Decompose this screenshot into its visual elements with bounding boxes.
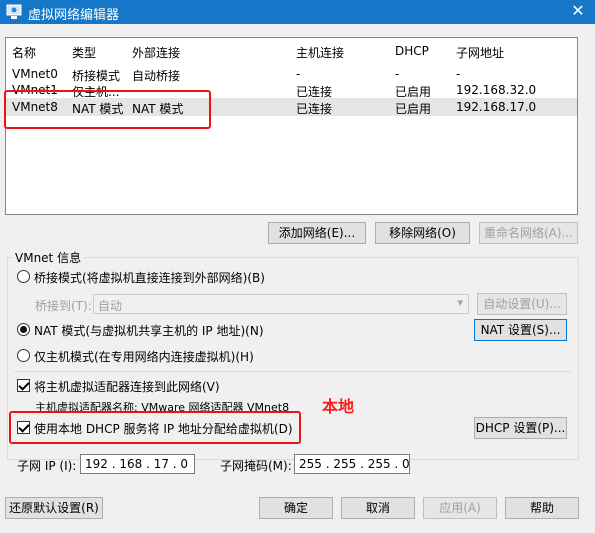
network-dhcp: 已启用 <box>395 102 432 116</box>
help-button[interactable]: 帮助 <box>505 497 579 519</box>
subnet-ip-input[interactable]: 192 . 168 . 17 . 0 <box>80 454 195 474</box>
title-bar: 虚拟网络编辑器 ✕ <box>0 0 595 24</box>
bridge-to-value: 自动 <box>98 299 123 313</box>
host-only-radio[interactable] <box>17 349 30 362</box>
nat-settings-button[interactable]: NAT 设置(S)... <box>474 319 567 341</box>
nat-mode-label[interactable]: NAT 模式(与虚拟机共享主机的 IP 地址)(N) <box>34 322 264 339</box>
apply-button[interactable]: 应用(A) <box>423 497 497 519</box>
network-subnet: 192.168.17.0 <box>456 100 537 114</box>
annotation-text: 本地 <box>322 397 355 416</box>
rename-network-button[interactable]: 重命名网络(A)... <box>479 222 578 244</box>
highlight-box-vmnet8 <box>4 90 211 129</box>
network-subnet: - <box>456 67 461 81</box>
add-network-button[interactable]: 添加网络(E)... <box>268 222 366 244</box>
connect-adapter-label[interactable]: 将主机虚拟适配器连接到此网络(V) <box>34 378 220 395</box>
divider <box>14 371 571 372</box>
bridge-mode-radio[interactable] <box>17 270 30 283</box>
column-header[interactable]: 外部连接 <box>132 44 180 61</box>
bridge-mode-label[interactable]: 桥接模式(将虚拟机直接连接到外部网络)(B) <box>34 269 265 286</box>
vmnet-info-label: VMnet 信息 <box>13 249 84 266</box>
restore-defaults-button[interactable]: 还原默认设置(R) <box>5 497 103 519</box>
host-only-label[interactable]: 仅主机模式(在专用网络内连接虚拟机)(H) <box>34 348 254 365</box>
nat-mode-radio[interactable] <box>17 323 30 336</box>
network-subnet: 192.168.32.0 <box>456 83 537 97</box>
list-header: 名称 类型 外部连接 主机连接 DHCP 子网地址 <box>6 42 577 60</box>
column-header[interactable]: 类型 <box>72 44 96 61</box>
subnet-ip-label: 子网 IP (I): <box>17 459 77 473</box>
column-header[interactable]: DHCP <box>395 44 429 58</box>
close-icon[interactable]: ✕ <box>569 2 587 20</box>
auto-settings-button[interactable]: 自动设置(U)... <box>477 293 567 315</box>
column-header[interactable]: 主机连接 <box>296 44 344 61</box>
network-dhcp: - <box>395 67 400 81</box>
column-header[interactable]: 名称 <box>12 44 36 61</box>
bridge-to-select[interactable]: 自动 ▾ <box>93 294 469 314</box>
highlight-box-dhcp <box>9 411 301 444</box>
window-title: 虚拟网络编辑器 <box>28 8 120 23</box>
network-host: - <box>296 67 301 81</box>
cancel-button[interactable]: 取消 <box>341 497 415 519</box>
bridge-to-label: 桥接到(T): <box>35 299 92 313</box>
chevron-down-icon: ▾ <box>457 296 463 309</box>
subnet-mask-label: 子网掩码(M): <box>220 459 292 473</box>
virtual-network-editor-window: 虚拟网络编辑器 ✕ 名称 类型 外部连接 主机连接 DHCP 子网地址 VMne… <box>0 0 595 533</box>
connect-adapter-checkbox[interactable] <box>17 379 30 392</box>
network-app-icon <box>6 4 22 19</box>
ok-button[interactable]: 确定 <box>259 497 333 519</box>
network-name: VMnet0 <box>12 67 58 81</box>
column-header[interactable]: 子网地址 <box>456 44 504 61</box>
subnet-mask-input[interactable]: 255 . 255 . 255 . 0 <box>294 454 410 474</box>
dhcp-settings-button[interactable]: DHCP 设置(P)... <box>474 417 567 439</box>
network-host: 已连接 <box>296 102 333 116</box>
remove-network-button[interactable]: 移除网络(O) <box>375 222 470 244</box>
